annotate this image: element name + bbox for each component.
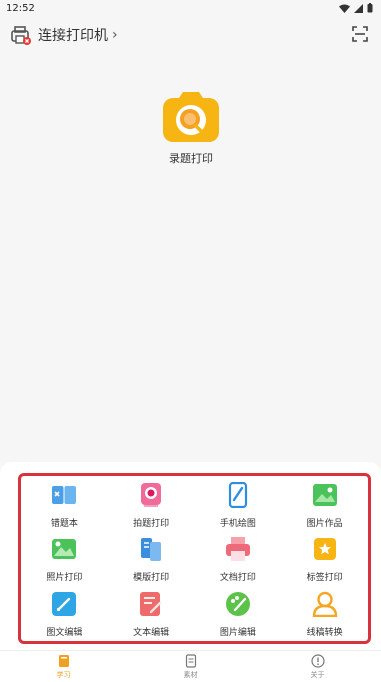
photo-print-icon xyxy=(51,536,77,562)
image-text-edit-label: 图文编辑 xyxy=(46,627,83,638)
record-question-print-label: 录题打印 xyxy=(169,152,213,165)
top-bar: 连接打印机 › xyxy=(0,22,381,48)
label-print-button[interactable]: 标签打印 xyxy=(281,532,368,586)
phone-drawing-icon xyxy=(225,481,251,509)
printer-disconnected-icon[interactable] xyxy=(10,24,32,46)
tab-about-label: 关于 xyxy=(310,670,325,679)
photo-question-print-label: 拍题打印 xyxy=(133,519,170,529)
chevron-right-icon[interactable]: › xyxy=(112,27,118,43)
phone-drawing-button[interactable]: 手机绘图 xyxy=(195,478,282,532)
image-works-button[interactable]: 图片作品 xyxy=(281,478,368,532)
image-works-icon xyxy=(312,482,338,508)
text-edit-icon xyxy=(138,591,164,617)
document-print-label: 文档打印 xyxy=(219,573,256,584)
status-bar: 12:52 xyxy=(0,0,381,16)
text-edit-label: 文本编辑 xyxy=(133,627,170,638)
battery-icon xyxy=(367,3,373,13)
photo-print-button[interactable]: 照片打印 xyxy=(21,532,108,586)
mistake-book-button[interactable]: 错题本 xyxy=(21,478,108,532)
photo-question-print-button[interactable]: 拍题打印 xyxy=(108,478,195,532)
image-text-edit-icon xyxy=(51,591,77,617)
tab-material[interactable]: 素材 xyxy=(127,651,254,682)
line-art-convert-button[interactable]: 线稿转换 xyxy=(281,587,368,641)
template-print-button[interactable]: 模版打印 xyxy=(108,532,195,586)
bottom-tab-bar: 学习 素材 关于 xyxy=(0,650,381,682)
signal-icon xyxy=(354,3,363,13)
connect-printer-link[interactable]: 连接打印机 xyxy=(38,25,108,45)
document-print-button[interactable]: 文档打印 xyxy=(195,532,282,586)
about-info-icon xyxy=(310,653,325,668)
record-question-print-button[interactable]: 录题打印 xyxy=(156,90,226,166)
function-grid: 错题本 拍题打印 手机绘图 图片作品 照片打印 模版打印 文档打印 标签打印 图… xyxy=(21,476,368,641)
image-edit-button[interactable]: 图片编辑 xyxy=(195,587,282,641)
image-edit-icon xyxy=(225,591,251,617)
scan-icon[interactable] xyxy=(351,25,369,43)
wifi-icon xyxy=(339,4,350,13)
tab-study-label: 学习 xyxy=(56,670,71,679)
template-print-icon xyxy=(138,536,164,562)
label-print-label: 标签打印 xyxy=(306,573,343,584)
document-print-icon xyxy=(225,536,251,562)
study-book-icon xyxy=(58,654,69,667)
tab-about[interactable]: 关于 xyxy=(254,651,381,682)
photo-question-icon xyxy=(138,482,164,508)
line-art-convert-label: 线稿转换 xyxy=(306,627,343,638)
image-works-label: 图片作品 xyxy=(306,519,343,529)
label-print-icon xyxy=(312,536,338,562)
function-grid-highlight: 错题本 拍题打印 手机绘图 图片作品 照片打印 模版打印 文档打印 标签打印 图… xyxy=(18,473,371,644)
tab-material-label: 素材 xyxy=(183,670,198,679)
image-text-edit-button[interactable]: 图文编辑 xyxy=(21,587,108,641)
status-time: 12:52 xyxy=(6,2,35,14)
material-icon xyxy=(185,653,196,668)
mistake-book-icon xyxy=(51,482,77,508)
image-edit-label: 图片编辑 xyxy=(219,627,256,638)
photo-print-label: 照片打印 xyxy=(46,573,83,584)
line-art-convert-icon xyxy=(312,591,338,617)
text-edit-button[interactable]: 文本编辑 xyxy=(108,587,195,641)
status-icons xyxy=(339,3,373,13)
camera-search-icon xyxy=(161,90,221,144)
mistake-book-label: 错题本 xyxy=(50,519,78,529)
template-print-label: 模版打印 xyxy=(133,573,170,584)
phone-drawing-label: 手机绘图 xyxy=(219,519,256,529)
tab-study[interactable]: 学习 xyxy=(0,651,127,682)
